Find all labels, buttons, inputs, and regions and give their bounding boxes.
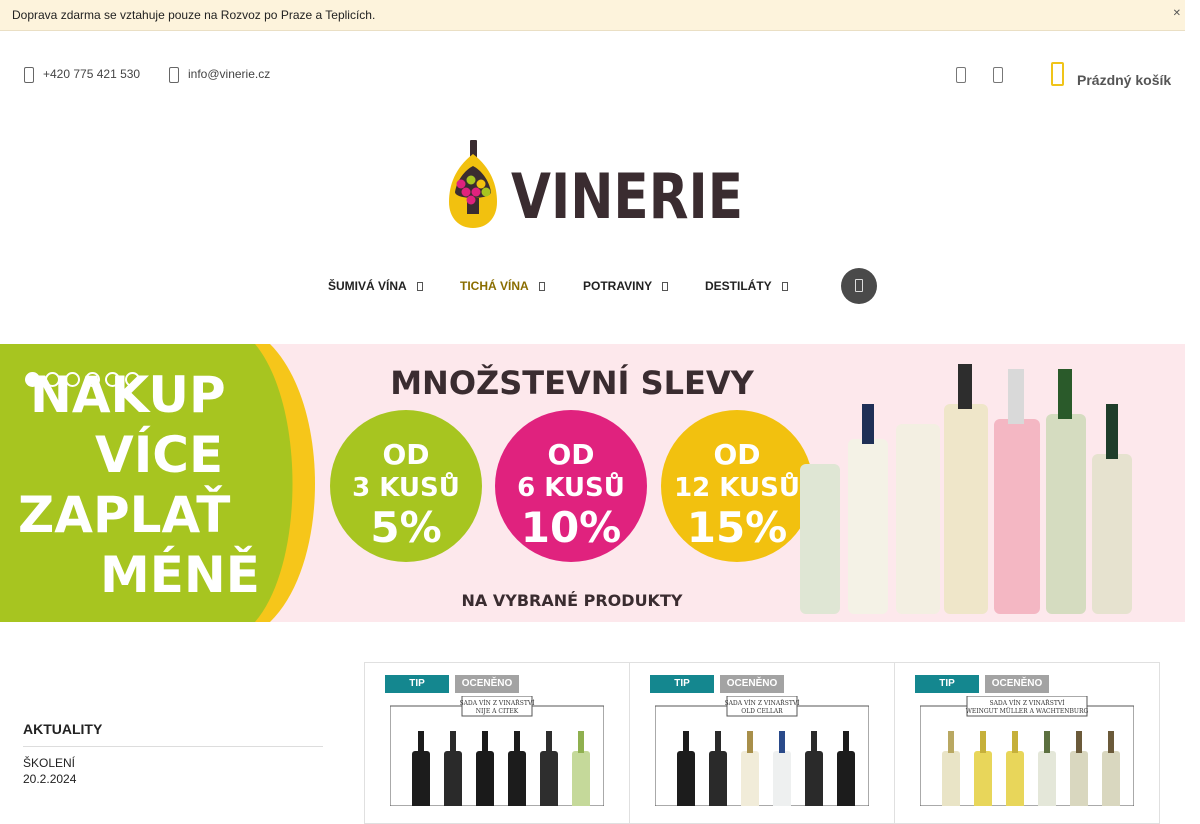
promo-banner-graphic: NAKUP VÍCE ZAPLAŤ MÉNĚ MNOŽSTEVNÍ SLEVY …: [0, 344, 1132, 622]
svg-text:5%: 5%: [370, 503, 441, 552]
tip-badge: TIP: [385, 675, 449, 693]
carousel-dot[interactable]: [105, 372, 120, 387]
heart-icon[interactable]: [993, 67, 1003, 83]
banner-left-line-4: MÉNĚ: [100, 545, 260, 604]
svg-text:OD: OD: [382, 438, 429, 471]
email-contact[interactable]: info@vinerie.cz: [169, 67, 270, 83]
promo-banner[interactable]: NAKUP VÍCE ZAPLAŤ MÉNĚ MNOŽSTEVNÍ SLEVY …: [0, 344, 1185, 622]
chevron-down-icon: [781, 282, 788, 292]
chevron-down-icon: [662, 282, 669, 292]
vinerie-logo[interactable]: VINERIE: [443, 140, 743, 230]
search-icon: [855, 279, 863, 292]
svg-text:NIJE A CITEK: NIJE A CITEK: [476, 708, 519, 715]
svg-text:6 KUSŮ: 6 KUSŮ: [517, 470, 625, 503]
logo-text: VINERIE: [511, 160, 743, 230]
discount-badge-3: OD 12 KUSŮ 15%: [661, 410, 813, 562]
svg-text:OD: OD: [713, 438, 760, 471]
news-item-title[interactable]: ŠKOLENÍ: [23, 756, 75, 770]
svg-text:15%: 15%: [687, 503, 788, 552]
svg-text:10%: 10%: [521, 503, 622, 552]
chevron-down-icon: [416, 282, 423, 292]
svg-text:WEINGUT MÜLLER A WACHTENBURG: WEINGUT MÜLLER A WACHTENBURG: [966, 708, 1089, 715]
svg-text:SADA VÍN Z VINAŘSTVÍ: SADA VÍN Z VINAŘSTVÍ: [989, 699, 1065, 707]
phone-number: +420 775 421 530: [43, 67, 141, 82]
chevron-down-icon: [538, 282, 545, 292]
svg-text:OLD CELLAR: OLD CELLAR: [741, 708, 783, 715]
banner-left-line-3: ZAPLAŤ: [18, 485, 230, 544]
cart-label[interactable]: Prázdný košík: [1077, 72, 1171, 88]
nav-item-still-wines[interactable]: TICHÁ VÍNA: [460, 279, 545, 293]
tip-badge: TIP: [915, 675, 979, 693]
news-heading: AKTUALITY: [23, 721, 103, 737]
nav-item-sparkling-wines[interactable]: ŠUMIVÁ VÍNA: [328, 279, 423, 293]
svg-text:OD: OD: [547, 438, 594, 471]
phone-icon: [24, 67, 34, 83]
award-badge: OCENĚNO: [720, 675, 784, 693]
product-image: SADA VÍN Z VINAŘSTVÍ OLD CELLAR: [655, 696, 869, 806]
nav-item-foods[interactable]: POTRAVINY: [583, 279, 669, 293]
tip-badge: TIP: [650, 675, 714, 693]
banner-left-line-2: VÍCE: [95, 425, 223, 484]
award-badge: OCENĚNO: [985, 675, 1049, 693]
svg-text:SADA VÍN Z VINAŘSTVÍ: SADA VÍN Z VINAŘSTVÍ: [459, 699, 535, 707]
discount-badge-1: OD 3 KUSŮ 5%: [330, 410, 482, 562]
product-image: SADA VÍN Z VINAŘSTVÍ WEINGUT MÜLLER A WA…: [920, 696, 1134, 806]
cart-icon[interactable]: [1051, 62, 1064, 86]
svg-text:12 KUSŮ: 12 KUSŮ: [674, 470, 800, 503]
svg-text:3 KUSŮ: 3 KUSŮ: [352, 470, 460, 503]
shipping-notice-text: Doprava zdarma se vztahuje pouze na Rozv…: [12, 8, 376, 22]
carousel-dot[interactable]: [25, 372, 40, 387]
carousel-dot[interactable]: [45, 372, 60, 387]
search-button[interactable]: [841, 268, 877, 304]
svg-text:SADA VÍN Z VINAŘSTVÍ: SADA VÍN Z VINAŘSTVÍ: [724, 699, 800, 707]
news-item-date: 20.2.2024: [23, 772, 77, 786]
product-image: SADA VÍN Z VINAŘSTVÍ NIJE A CITEK: [390, 696, 604, 806]
divider: [23, 746, 323, 747]
carousel-dot[interactable]: [85, 372, 100, 387]
discount-badge-2: OD 6 KUSŮ 10%: [495, 410, 647, 562]
carousel-dot[interactable]: [65, 372, 80, 387]
banner-footer: NA VYBRANÉ PRODUKTY: [462, 591, 683, 610]
email-icon: [169, 67, 179, 83]
banner-title: MNOŽSTEVNÍ SLEVY: [390, 364, 754, 402]
nav-item-spirits[interactable]: DESTILÁTY: [705, 279, 788, 293]
user-icon[interactable]: [956, 67, 966, 83]
close-icon[interactable]: ✕: [1173, 8, 1181, 19]
carousel-dot[interactable]: [125, 372, 140, 387]
shipping-notice-bar: Doprava zdarma se vztahuje pouze na Rozv…: [0, 0, 1185, 31]
award-badge: OCENĚNO: [455, 675, 519, 693]
wine-bottle-icon: [449, 140, 497, 228]
wine-bottles-illustration: [800, 364, 1132, 614]
phone-contact[interactable]: +420 775 421 530: [24, 67, 140, 83]
email-address: info@vinerie.cz: [188, 67, 271, 82]
